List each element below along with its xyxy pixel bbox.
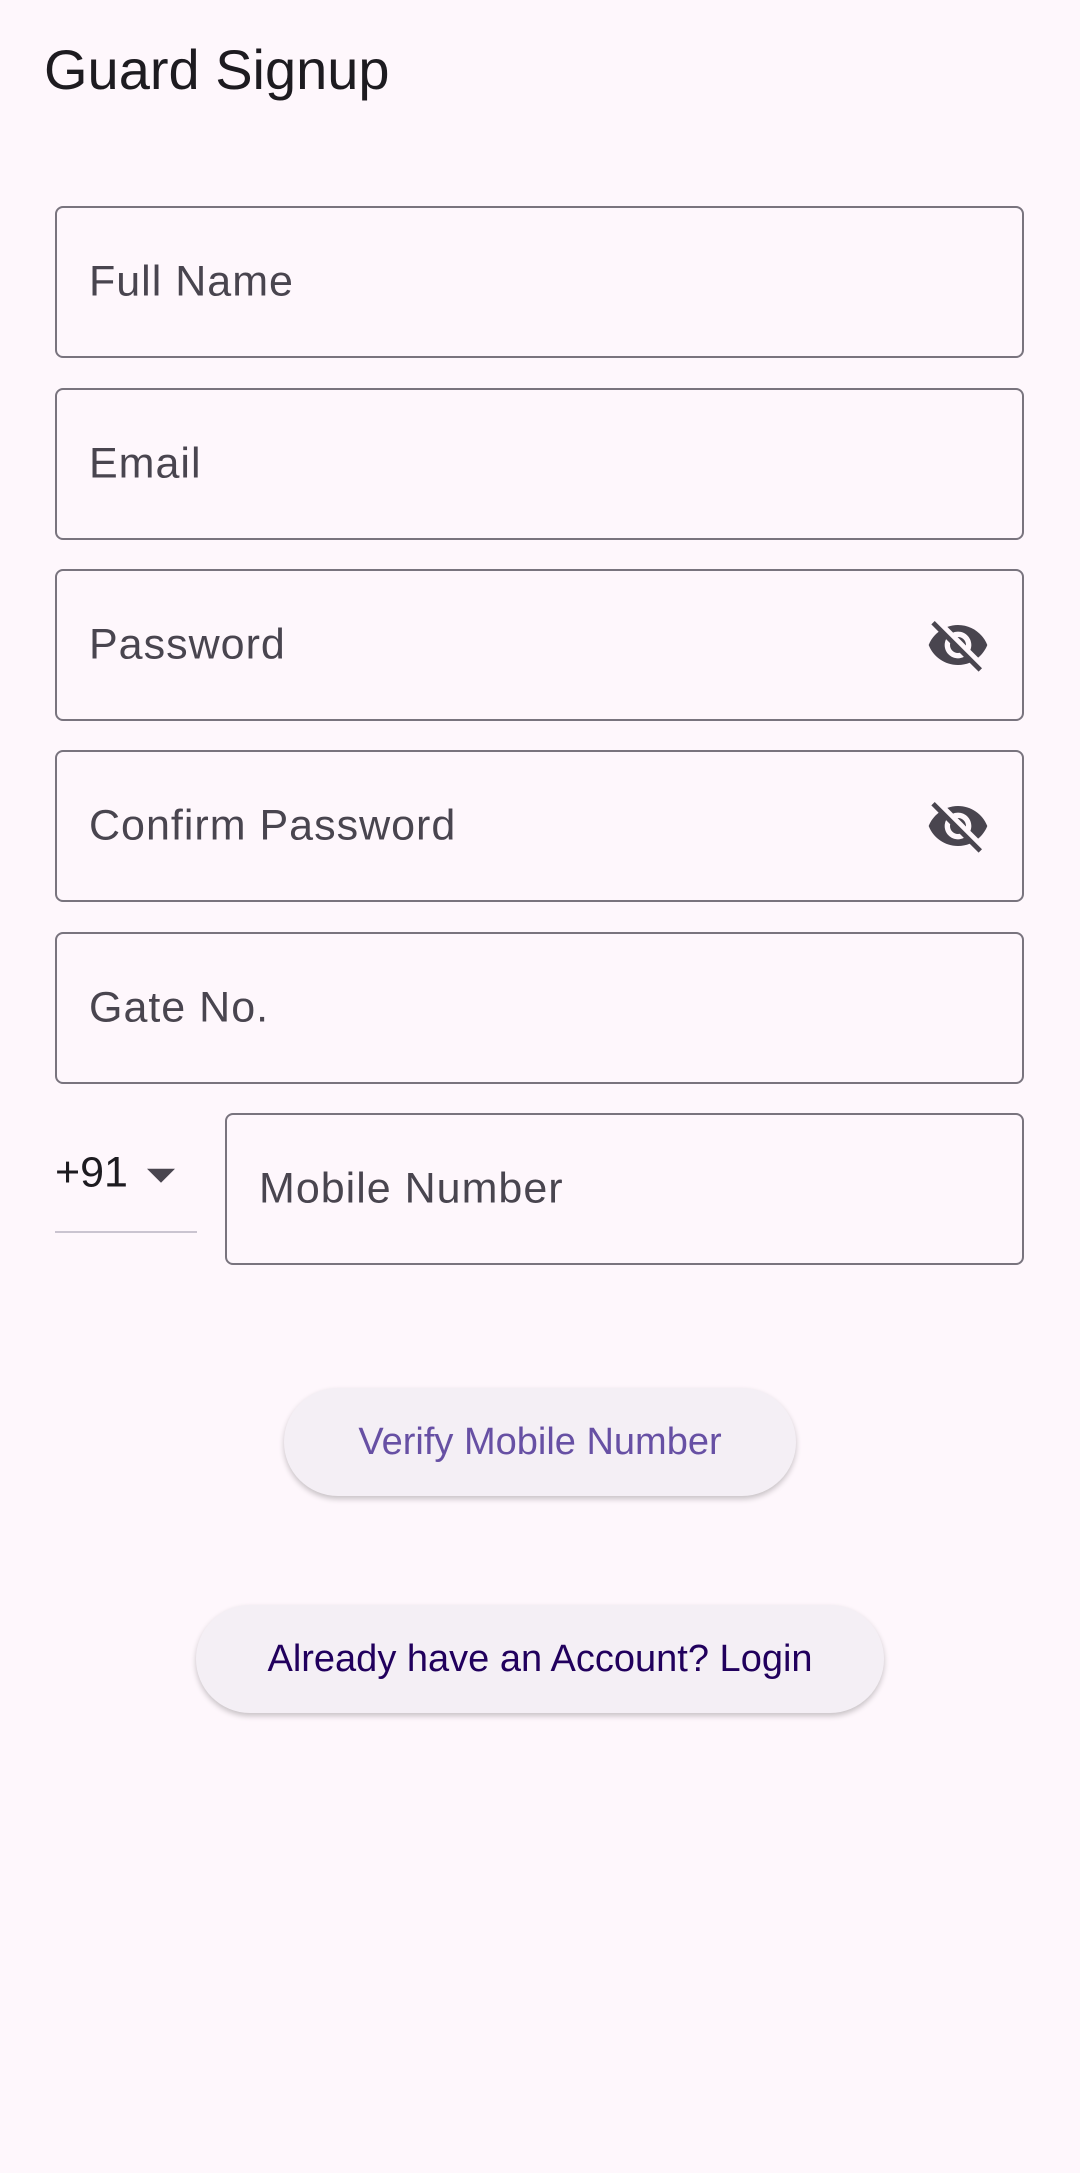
- visibility-off-icon[interactable]: [926, 613, 990, 677]
- country-code-dropdown[interactable]: +91: [55, 1115, 197, 1233]
- login-link-button[interactable]: Already have an Account? Login: [196, 1605, 884, 1713]
- password-label: Password: [89, 620, 286, 669]
- confirm-password-label: Confirm Password: [89, 801, 457, 850]
- email-label: Email: [89, 439, 202, 488]
- visibility-off-icon[interactable]: [926, 794, 990, 858]
- verify-mobile-button[interactable]: Verify Mobile Number: [284, 1388, 796, 1496]
- mobile-number-field[interactable]: Mobile Number: [225, 1113, 1024, 1265]
- mobile-number-label: Mobile Number: [259, 1164, 564, 1213]
- confirm-password-field[interactable]: Confirm Password: [55, 750, 1024, 902]
- gate-no-field[interactable]: Gate No.: [55, 932, 1024, 1084]
- gate-no-label: Gate No.: [89, 983, 270, 1032]
- page-title: Guard Signup: [44, 38, 390, 101]
- country-code-value: +91: [55, 1148, 128, 1197]
- password-field[interactable]: Password: [55, 569, 1024, 721]
- dropdown-arrow-icon: [147, 1168, 175, 1183]
- email-field[interactable]: Email: [55, 388, 1024, 540]
- full-name-label: Full Name: [89, 257, 294, 306]
- full-name-field[interactable]: Full Name: [55, 206, 1024, 358]
